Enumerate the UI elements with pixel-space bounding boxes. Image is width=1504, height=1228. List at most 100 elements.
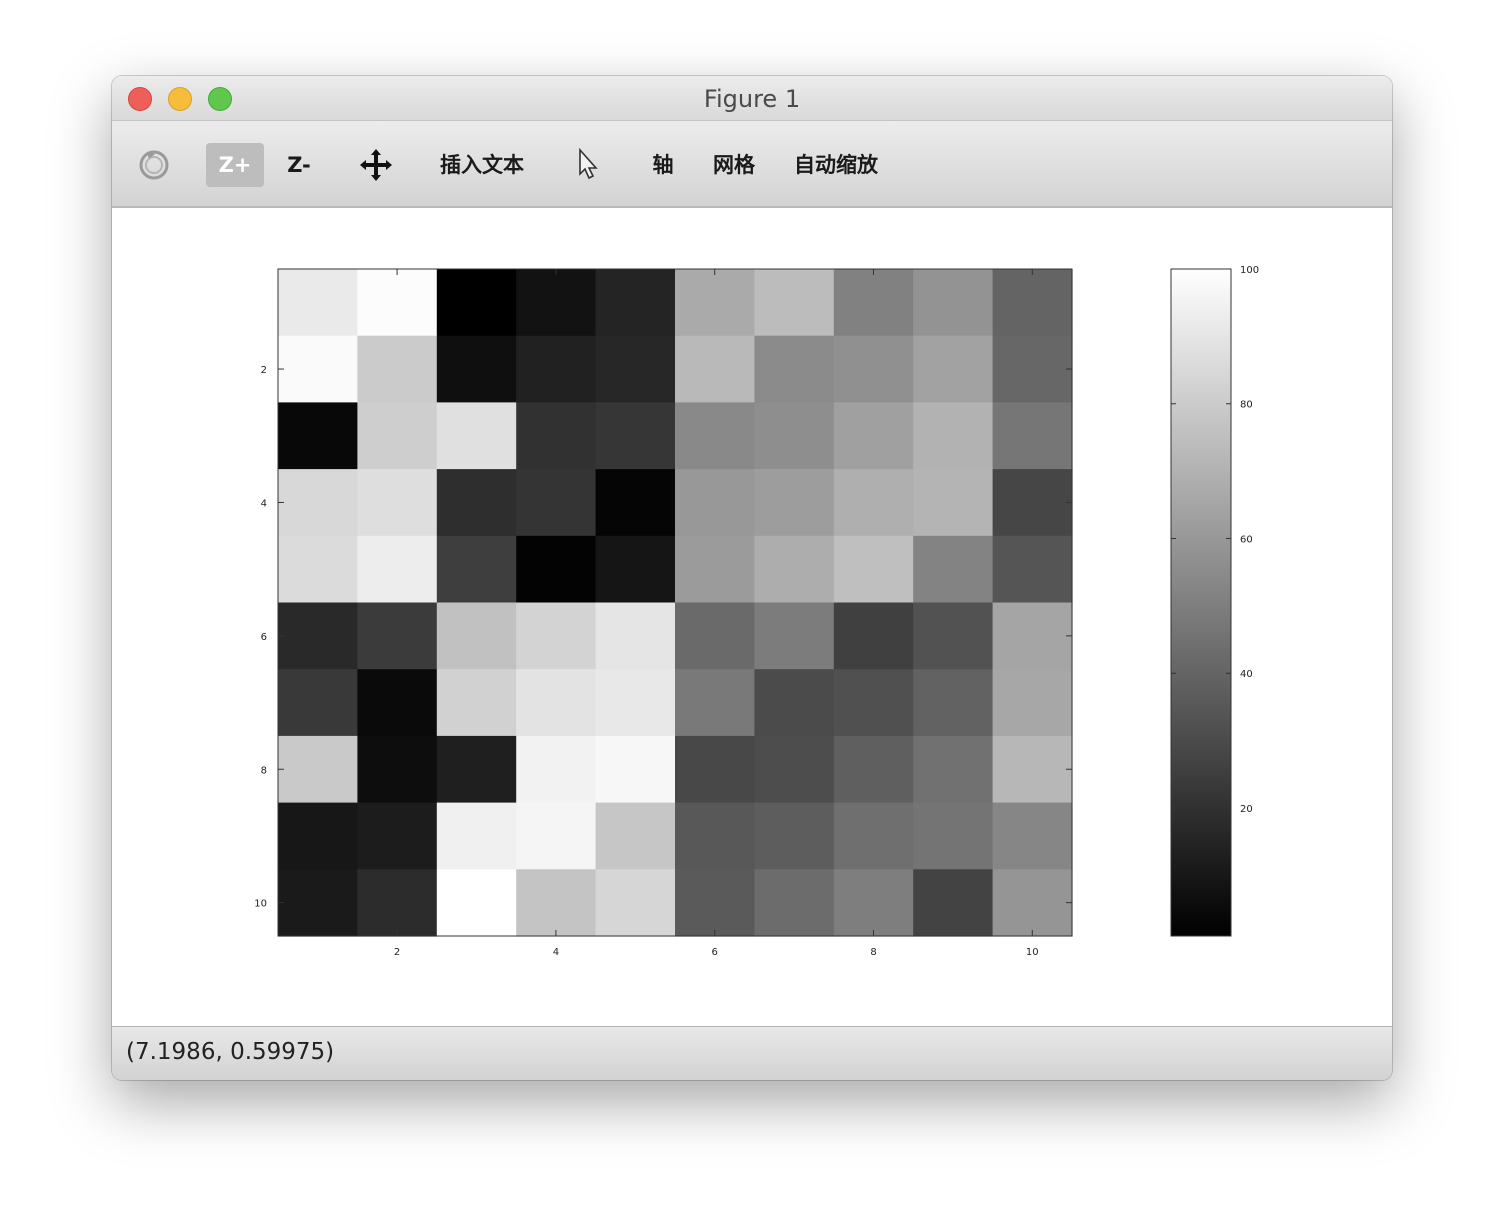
heatmap-cell: [436, 535, 517, 604]
heatmap-cell: [754, 669, 835, 737]
heatmap-cell: [357, 269, 438, 337]
heatmap-cell: [357, 402, 438, 470]
colorbar-tick-label: 80: [1240, 400, 1253, 411]
heatmap-cell: [833, 669, 914, 737]
heatmap-cell: [595, 602, 676, 670]
heatmap-cell: [436, 802, 517, 870]
heatmap-cell: [516, 602, 597, 670]
heatmap-cell: [675, 735, 755, 804]
heatmap-cell: [675, 335, 755, 403]
heatmap-cell: [516, 335, 597, 403]
autoscale-button[interactable]: 自动缩放: [790, 143, 882, 187]
heatmap-cell: [278, 602, 358, 670]
heatmap-cell: [278, 335, 358, 403]
colorbar-tick-label: 100: [1240, 265, 1259, 276]
heatmap-cell: [992, 802, 1073, 870]
heatmap-cells: [278, 269, 1073, 937]
heatmap-cell: [754, 735, 835, 804]
heatmap-cell: [913, 402, 994, 470]
heatmap-cell: [754, 335, 835, 403]
plot-area[interactable]: 20 40 60 80 100 2 4 6 8 10 2 4 6 8 10: [112, 208, 1392, 1026]
x-tick-label: 8: [870, 947, 876, 958]
heatmap-cell: [992, 535, 1073, 604]
heatmap-cell: [516, 402, 597, 470]
heatmap-cell: [992, 402, 1073, 470]
heatmap-cell: [278, 869, 358, 937]
heatmap-cell: [436, 669, 517, 737]
heatmap-cell: [436, 602, 517, 670]
heatmap-cell: [675, 402, 755, 470]
heatmap-cell: [278, 669, 358, 737]
select-button[interactable]: [570, 143, 604, 187]
heatmap-cell: [357, 802, 438, 870]
heatmap-cell: [436, 402, 517, 470]
heatmap-cell: [595, 469, 676, 537]
axis-button[interactable]: 轴: [648, 143, 678, 187]
cursor-coordinates: (7.1986, 0.59975): [126, 1039, 335, 1065]
heatmap-cell: [675, 802, 755, 870]
heatmap-cell: [992, 269, 1073, 337]
heatmap-cell: [992, 735, 1073, 804]
heatmap-cell: [595, 735, 676, 804]
heatmap-cell: [833, 469, 914, 537]
heatmap-cell: [595, 669, 676, 737]
insert-text-button[interactable]: 插入文本: [434, 143, 530, 187]
heatmap-cell: [754, 535, 835, 604]
x-tick-label: 4: [553, 947, 559, 958]
heatmap-cell: [833, 535, 914, 604]
heatmap-cell: [516, 735, 597, 804]
heatmap-cell: [516, 802, 597, 870]
heatmap-cell: [436, 335, 517, 403]
heatmap-cell: [913, 602, 994, 670]
heatmap-cell: [754, 469, 835, 537]
heatmap-chart[interactable]: 20 40 60 80 100 2 4 6 8 10 2 4 6 8 10: [112, 208, 1392, 1026]
grid-button[interactable]: 网格: [710, 143, 758, 187]
heatmap-cell: [595, 869, 676, 937]
heatmap-cell: [913, 269, 994, 337]
heatmap-cell: [833, 402, 914, 470]
colorbar-tick-label: 20: [1240, 804, 1253, 815]
heatmap-cell: [913, 869, 994, 937]
heatmap-cell: [595, 535, 676, 604]
colorbar: 20 40 60 80 100: [1170, 265, 1259, 937]
heatmap-cell: [992, 335, 1073, 403]
y-tick-label: 8: [261, 765, 267, 776]
heatmap-cell: [595, 269, 676, 337]
rotate-button[interactable]: [134, 143, 174, 187]
heatmap-cell: [675, 469, 755, 537]
heatmap-cell: [595, 802, 676, 870]
heatmap-cell: [754, 869, 835, 937]
window-title: Figure 1: [703, 85, 801, 113]
heatmap-cell: [516, 469, 597, 537]
heatmap-cell: [754, 402, 835, 470]
heatmap-cell: [516, 669, 597, 737]
colorbar-tick-label: 40: [1240, 669, 1253, 680]
heatmap-cell: [278, 469, 358, 537]
heatmap-cell: [278, 802, 358, 870]
rotate-icon: [139, 150, 169, 180]
heatmap-cell: [278, 402, 358, 470]
heatmap-cell: [913, 802, 994, 870]
colorbar-tick-label: 60: [1240, 534, 1253, 545]
heatmap-cell: [278, 535, 358, 604]
pointer-icon: [579, 148, 598, 180]
x-tick-label: 2: [394, 947, 400, 958]
heatmap-cell: [833, 802, 914, 870]
heatmap-cell: [278, 269, 358, 337]
heatmap-cell: [675, 869, 755, 937]
pan-button[interactable]: [356, 143, 396, 187]
heatmap-cell: [357, 869, 438, 937]
heatmap-cell: [754, 802, 835, 870]
heatmap-cell: [913, 669, 994, 737]
heatmap-cell: [992, 869, 1073, 937]
heatmap-cell: [833, 735, 914, 804]
zoom-in-button[interactable]: Z+: [206, 143, 264, 187]
heatmap-cell: [754, 602, 835, 670]
y-tick-label: 6: [261, 632, 267, 643]
zoom-out-button[interactable]: Z-: [278, 143, 320, 187]
pan-icon: [360, 149, 392, 181]
heatmap-cell: [516, 535, 597, 604]
y-tick-label: 4: [261, 498, 267, 509]
heatmap-cell: [278, 735, 358, 804]
heatmap-cell: [516, 869, 597, 937]
